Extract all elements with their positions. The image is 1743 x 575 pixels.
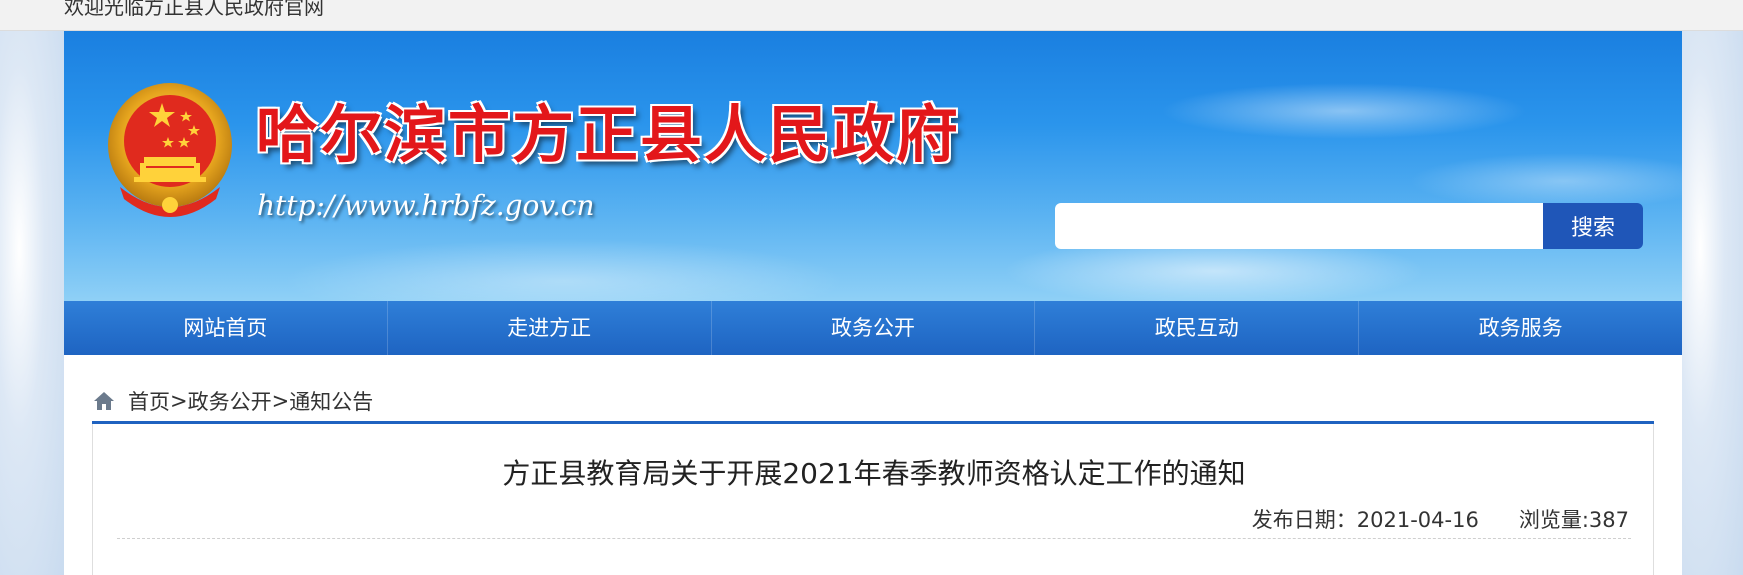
- left-background: [0, 31, 64, 575]
- nav-item-home[interactable]: 网站首页: [64, 301, 388, 355]
- right-background: [1682, 31, 1743, 575]
- article-title: 方正县教育局关于开展2021年春季教师资格认定工作的通知: [502, 457, 1246, 490]
- search-button[interactable]: 搜索: [1543, 203, 1643, 249]
- nav-item-services[interactable]: 政务服务: [1359, 301, 1682, 355]
- page-container: 哈尔滨市方正县人民政府 http://www.hrbfz.gov.cn 搜索 网…: [64, 31, 1682, 575]
- breadcrumb-notices[interactable]: 通知公告: [289, 386, 373, 416]
- breadcrumb-home[interactable]: 首页: [128, 386, 170, 416]
- site-title: 哈尔滨市方正县人民政府: [256, 98, 961, 171]
- breadcrumb-gov-affairs[interactable]: 政务公开: [188, 386, 272, 416]
- header-banner: 哈尔滨市方正县人民政府 http://www.hrbfz.gov.cn 搜索: [64, 31, 1682, 301]
- nav-item-about[interactable]: 走进方正: [388, 301, 712, 355]
- site-url: http://www.hrbfz.gov.cn: [257, 189, 595, 222]
- main-nav: 网站首页 走进方正 政务公开 政民互动 政务服务: [64, 301, 1682, 355]
- welcome-text: 欢迎光临方正县人民政府官网: [64, 0, 324, 19]
- national-emblem-icon: [108, 83, 232, 217]
- publish-date: 发布日期：2021-04-16: [1252, 504, 1479, 534]
- view-count: 浏览量:387: [1519, 504, 1629, 534]
- nav-item-interaction[interactable]: 政民互动: [1035, 301, 1360, 355]
- home-icon: [94, 392, 114, 410]
- article-meta: 发布日期：2021-04-16 浏览量:387: [1252, 504, 1629, 534]
- welcome-bar: 欢迎光临方正县人民政府官网: [0, 0, 1743, 31]
- breadcrumb-separator: >: [271, 389, 290, 413]
- nav-item-gov-affairs[interactable]: 政务公开: [712, 301, 1036, 355]
- breadcrumb-separator: >: [170, 389, 188, 413]
- meta-divider: [117, 538, 1631, 539]
- search-input[interactable]: [1055, 203, 1545, 249]
- publish-date-value: 2021-04-16: [1356, 508, 1479, 532]
- view-count-value: 387: [1588, 508, 1629, 532]
- view-count-label: 浏览量:: [1518, 508, 1589, 532]
- breadcrumb: 首页 > 政务公开 > 通知公告: [92, 383, 373, 419]
- publish-date-label: 发布日期：: [1251, 508, 1357, 532]
- article-panel: 方正县教育局关于开展2021年春季教师资格认定工作的通知 发布日期：2021-0…: [92, 424, 1654, 575]
